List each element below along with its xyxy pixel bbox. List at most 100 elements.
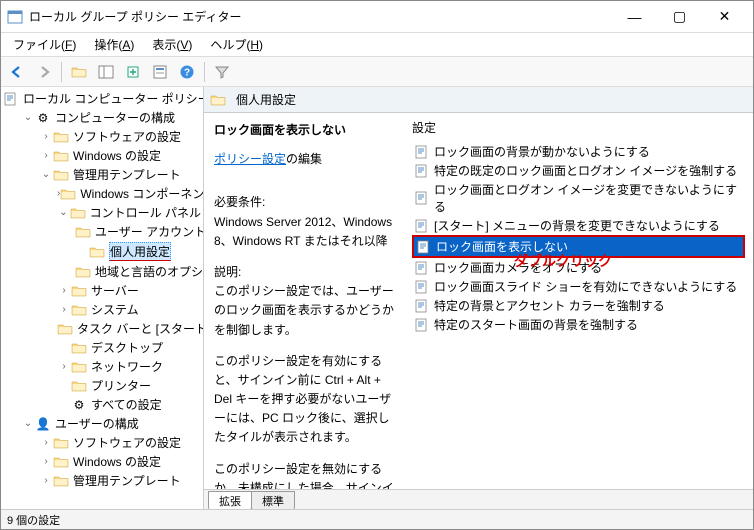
expand-icon[interactable]: › bbox=[57, 284, 71, 298]
nav-back-button[interactable] bbox=[5, 60, 29, 84]
tree-label: ユーザー アカウント bbox=[95, 223, 204, 240]
expand-icon[interactable]: › bbox=[57, 360, 71, 374]
expand-icon[interactable]: › bbox=[39, 455, 53, 469]
tab-standard[interactable]: 標準 bbox=[251, 491, 295, 509]
minimize-button[interactable]: ― bbox=[612, 2, 657, 32]
setting-row[interactable]: ロック画面の背景が動かないようにする bbox=[412, 142, 745, 161]
tree-item[interactable]: タスク バーと [スタート] メ bbox=[57, 319, 201, 338]
setting-row[interactable]: ロック画面を表示しないダブルクリック bbox=[412, 235, 745, 258]
tree-panel[interactable]: ローカル コンピューター ポリシー ⌄ ⚙ コンピューターの構成 ›ソフトウェア… bbox=[1, 87, 204, 509]
tree-item[interactable]: デスクトップ bbox=[57, 338, 201, 357]
expand-icon[interactable]: › bbox=[39, 474, 53, 488]
policy-icon bbox=[414, 145, 430, 159]
menu-file[interactable]: ファイル(F) bbox=[5, 34, 84, 55]
filter-button[interactable] bbox=[210, 60, 234, 84]
policy-icon bbox=[414, 299, 430, 313]
close-button[interactable]: ✕ bbox=[702, 2, 747, 32]
tree-label: 地域と言語のオプショ bbox=[95, 263, 204, 280]
tree-item[interactable]: プリンター bbox=[57, 376, 201, 395]
folder-icon bbox=[53, 474, 69, 488]
description: 説明: このポリシー設定では、ユーザーのロック画面を表示するかどうかを制御します… bbox=[214, 263, 394, 340]
tree-item[interactable]: ›Windows コンポーネント bbox=[57, 184, 201, 203]
tree-label: コンピューターの構成 bbox=[55, 109, 175, 126]
tree-control-panel[interactable]: ⌄コントロール パネル bbox=[57, 203, 201, 222]
expand-icon[interactable]: › bbox=[39, 149, 53, 163]
collapse-icon[interactable]: ⌄ bbox=[21, 111, 35, 125]
tree-label: プリンター bbox=[91, 377, 151, 394]
panel-body: ロック画面を表示しない ポリシー設定の編集 必要条件: Windows Serv… bbox=[204, 113, 753, 489]
tree-item[interactable]: › サーバー bbox=[57, 281, 201, 300]
toolbar-sep bbox=[61, 62, 62, 82]
export-button[interactable] bbox=[121, 60, 145, 84]
collapse-icon[interactable]: ⌄ bbox=[21, 417, 35, 431]
tree-label: 管理用テンプレート bbox=[73, 472, 181, 489]
expand-icon[interactable]: › bbox=[39, 130, 53, 144]
setting-name: ロック画面を表示しない bbox=[214, 121, 394, 140]
tree-computer-config[interactable]: ⌄ ⚙ コンピューターの構成 bbox=[21, 108, 201, 127]
settings-list: ロック画面の背景が動かないようにする特定の既定のロック画面とログオン イメージを… bbox=[412, 142, 745, 334]
tree-admin-templates[interactable]: ⌄管理用テンプレート bbox=[39, 165, 201, 184]
double-click-annotation: ダブルクリック bbox=[514, 251, 612, 271]
help-button[interactable] bbox=[175, 60, 199, 84]
menu-help[interactable]: ヘルプ(H) bbox=[202, 34, 271, 55]
setting-row[interactable]: 特定の既定のロック画面とログオン イメージを強制する bbox=[412, 161, 745, 180]
folder-icon bbox=[75, 265, 91, 279]
tree-item[interactable]: ›ソフトウェアの設定 bbox=[39, 127, 201, 146]
folder-icon bbox=[53, 436, 69, 450]
setting-label: 特定の背景とアクセント カラーを強制する bbox=[434, 297, 665, 314]
setting-row[interactable]: [スタート] メニューの背景を変更できないようにする bbox=[412, 216, 745, 235]
up-button[interactable] bbox=[67, 60, 91, 84]
tree-label: Windows の設定 bbox=[73, 453, 161, 470]
nav-forward-button[interactable] bbox=[32, 60, 56, 84]
tree-item[interactable]: ›ネットワーク bbox=[57, 357, 201, 376]
description-p3: このポリシー設定を無効にするか、未構成にした場合、サインインする前に Ctrl … bbox=[214, 460, 394, 489]
tree-label-selected: 個人用設定 bbox=[109, 242, 171, 261]
titlebar: ローカル グループ ポリシー エディター ― ▢ ✕ bbox=[1, 1, 753, 33]
tree-label: Windows コンポーネント bbox=[80, 185, 204, 202]
expand-icon[interactable]: › bbox=[57, 303, 71, 317]
tree-item[interactable]: ユーザー アカウント bbox=[75, 222, 201, 241]
tree-label: すべての設定 bbox=[91, 396, 162, 413]
tree-personalization[interactable]: 個人用設定 bbox=[75, 241, 201, 262]
setting-row[interactable]: ロック画面スライド ショーを有効にできないようにする bbox=[412, 277, 745, 296]
tree-item[interactable]: ›Windows の設定 bbox=[39, 146, 201, 165]
setting-row[interactable]: 特定のスタート画面の背景を強制する bbox=[412, 315, 745, 334]
setting-label: ロック画面スライド ショーを有効にできないようにする bbox=[434, 278, 737, 295]
policy-icon bbox=[414, 164, 430, 178]
edit-policy-link[interactable]: ポリシー設定 bbox=[214, 150, 286, 169]
show-hide-button[interactable] bbox=[94, 60, 118, 84]
setting-label: ロック画面とログオン イメージを変更できないようにする bbox=[434, 181, 743, 215]
menu-action[interactable]: 操作(A) bbox=[86, 34, 142, 55]
tree-item[interactable]: 地域と言語のオプショ bbox=[75, 262, 201, 281]
policy-icon bbox=[414, 318, 430, 332]
collapse-icon[interactable]: ⌄ bbox=[57, 206, 70, 220]
maximize-button[interactable]: ▢ bbox=[657, 2, 702, 32]
tree-root[interactable]: ローカル コンピューター ポリシー bbox=[3, 89, 201, 108]
folder-icon bbox=[75, 225, 91, 239]
panel-header: 個人用設定 bbox=[204, 87, 753, 113]
tree-label: サーバー bbox=[91, 282, 139, 299]
tree-item[interactable]: ⚙すべての設定 bbox=[57, 395, 201, 414]
setting-row[interactable]: ロック画面とログオン イメージを変更できないようにする bbox=[412, 180, 745, 216]
folder-icon bbox=[71, 303, 87, 317]
expand-icon[interactable]: › bbox=[39, 436, 53, 450]
policy-icon bbox=[414, 280, 430, 294]
properties-button[interactable] bbox=[148, 60, 172, 84]
collapse-icon[interactable]: ⌄ bbox=[39, 168, 53, 182]
tree-user-config[interactable]: ⌄👤ユーザーの構成 bbox=[21, 414, 201, 433]
menu-view[interactable]: 表示(V) bbox=[144, 34, 200, 55]
tab-extended[interactable]: 拡張 bbox=[208, 491, 252, 509]
detail-column: ロック画面を表示しない ポリシー設定の編集 必要条件: Windows Serv… bbox=[204, 113, 404, 489]
folder-icon bbox=[60, 187, 76, 201]
tree-item[interactable]: ›システム bbox=[57, 300, 201, 319]
tree-item[interactable]: › Windows の設定 bbox=[39, 452, 201, 471]
gpedit-window: ローカル グループ ポリシー エディター ― ▢ ✕ ファイル(F) 操作(A)… bbox=[0, 0, 754, 530]
tree-item[interactable]: › 管理用テンプレート bbox=[39, 471, 201, 490]
settings-column: 設定 ロック画面の背景が動かないようにする特定の既定のロック画面とログオン イメ… bbox=[404, 113, 753, 489]
status-text: 9 個の設定 bbox=[7, 512, 60, 528]
folder-icon bbox=[210, 93, 226, 107]
tree-label: ローカル コンピューター ポリシー bbox=[23, 90, 204, 107]
tree-item[interactable]: ›ソフトウェアの設定 bbox=[39, 433, 201, 452]
toolbar-sep bbox=[204, 62, 205, 82]
setting-row[interactable]: 特定の背景とアクセント カラーを強制する bbox=[412, 296, 745, 315]
